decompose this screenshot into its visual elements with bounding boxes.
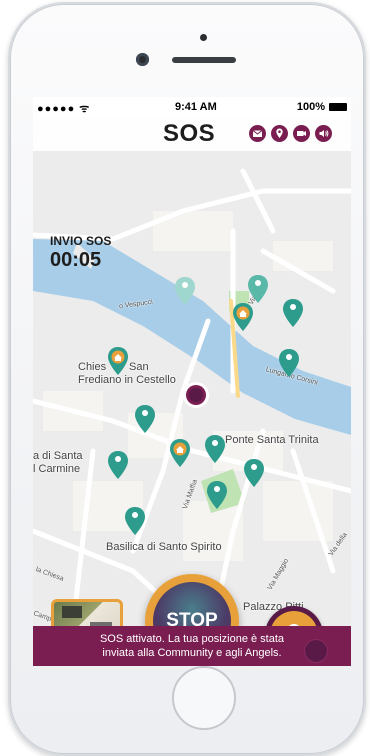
map-canvas: [33, 151, 351, 626]
video-icon[interactable]: [293, 125, 310, 142]
map-pin-icon[interactable]: [248, 275, 268, 303]
home-pin-icon[interactable]: [170, 439, 190, 467]
sensor-dot: [200, 34, 207, 41]
place-label-ponte: Ponte Santa Trinita: [225, 434, 319, 446]
timer-value: 00:05: [50, 249, 102, 271]
status-bar: ●●●●● ᯤ 9:41 AM 100%: [33, 97, 351, 117]
map-pin-icon[interactable]: [283, 299, 303, 327]
banner-line-1: SOS attivato. La tua posizione è stata: [99, 633, 285, 645]
home-pin-icon[interactable]: [108, 347, 128, 375]
status-banner: SOS attivato. La tua posizione è stata i…: [33, 626, 351, 666]
map-pin-icon[interactable]: [108, 451, 128, 479]
front-camera: [136, 53, 149, 66]
map-pin-icon[interactable]: [279, 349, 299, 377]
place-label-carmine-2: l Carmine: [33, 463, 81, 475]
home-button[interactable]: [172, 666, 236, 730]
banner-indicator-dot: [304, 639, 328, 663]
place-label-chiesa-3: Frediano in Cestello: [78, 374, 176, 386]
map-view[interactable]: INVIO SOS 00:05 o Vespucci Via Orti Chie…: [33, 151, 351, 666]
battery-icon: [329, 103, 347, 111]
status-time: 9:41 AM: [175, 101, 217, 113]
location-pin-icon[interactable]: [271, 125, 288, 142]
signal-strength: ●●●●● ᯤ: [37, 103, 91, 115]
timer-label: INVIO SOS: [50, 234, 112, 248]
place-label-carmine-1: a di Santa: [33, 450, 83, 462]
sos-timer: INVIO SOS 00:05: [50, 234, 111, 272]
map-pin-icon[interactable]: [175, 277, 195, 305]
app-screen: ●●●●● ᯤ 9:41 AM 100% INVIO SOS 00:05 o V…: [33, 97, 351, 666]
thumbnail-window: [62, 606, 82, 618]
earpiece-speaker: [172, 57, 236, 63]
place-label-chiesa-1: Chies: [78, 361, 107, 373]
map-pin-icon[interactable]: [244, 459, 264, 487]
envelope-icon[interactable]: [249, 125, 266, 142]
place-label-chiesa-2: San: [129, 361, 149, 373]
map-pin-icon[interactable]: [135, 405, 155, 433]
speaker-icon[interactable]: [315, 125, 332, 142]
page-title: SOS: [163, 120, 216, 147]
map-pin-icon[interactable]: [125, 507, 145, 535]
map-pin-icon[interactable]: [207, 481, 227, 509]
app-header: SOS: [33, 117, 351, 151]
map-pin-icon[interactable]: [205, 435, 225, 463]
battery-percent: 100%: [296, 101, 325, 113]
home-pin-icon[interactable]: [233, 303, 253, 331]
place-label-basilica: Basilica di Santo Spirito: [106, 541, 222, 553]
